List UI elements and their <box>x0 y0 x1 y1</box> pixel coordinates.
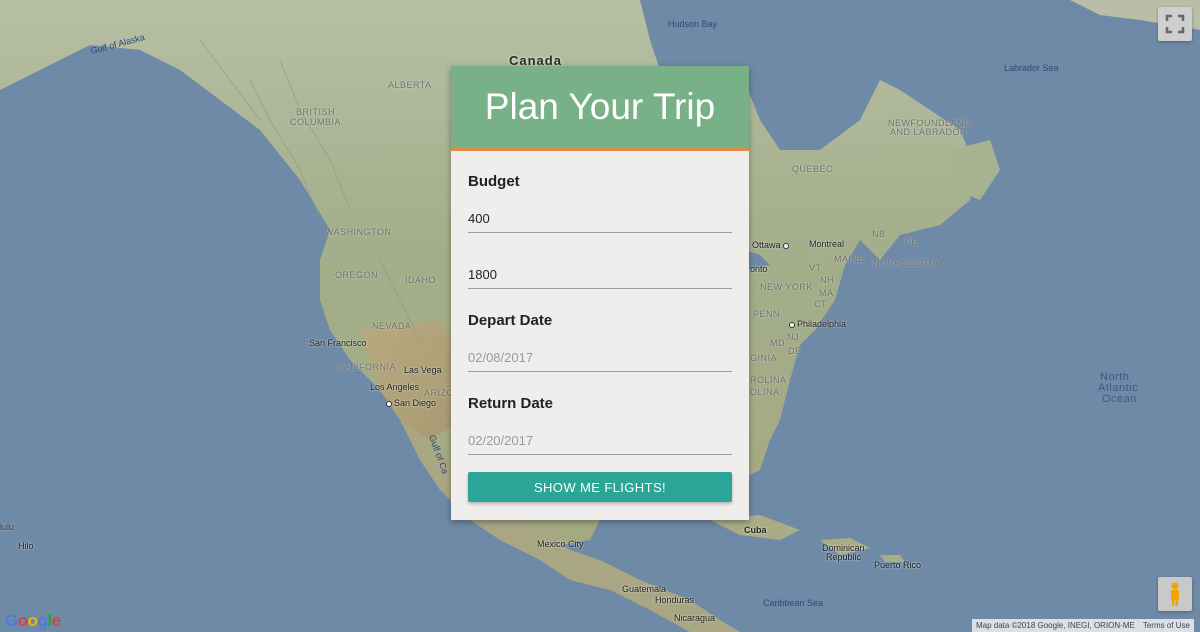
map-city-san-diego: San Diego <box>386 399 436 408</box>
map-label-quebec: QUEBEC <box>792 164 834 174</box>
google-logo-letter: o <box>17 611 28 630</box>
map-label-idaho: IDAHO <box>405 275 437 285</box>
map-city-ottawa: Ottawa <box>752 241 791 250</box>
fullscreen-button[interactable] <box>1158 7 1192 41</box>
map-label-labrador-sea: Labrador Sea <box>1004 63 1059 73</box>
map-city-san-francisco: San Francisco <box>309 338 367 348</box>
panel-header: Plan Your Trip <box>451 66 749 151</box>
map-city-montreal: Montreal <box>809 239 845 249</box>
terms-of-use-link[interactable]: Terms of Use <box>1143 619 1190 632</box>
pegman-icon <box>1171 582 1179 606</box>
google-logo-letter: o <box>27 611 38 630</box>
map-label-ma: MA <box>819 288 834 298</box>
map-label-nova-scotia: NOVA SCOTIA <box>873 258 939 268</box>
map-city-philadelphia: Philadelphia <box>789 320 846 329</box>
depart-date-label: Depart Date <box>468 312 553 329</box>
return-date-input[interactable] <box>468 427 732 455</box>
map-label-de: DE <box>788 346 802 356</box>
map-label-california: CALIFORNIA <box>337 362 397 372</box>
show-me-flights-button[interactable]: SHOW ME FLIGHTS! <box>468 472 732 502</box>
map-city-puerto-rico: Puerto Rico <box>874 560 922 570</box>
map-label-new-york: NEW YORK <box>760 282 813 292</box>
map-label-penn: PENN <box>753 309 781 319</box>
map-label-british-columbia-1: BRITISH <box>296 107 336 117</box>
google-logo-letter: e <box>51 611 61 630</box>
map-label-british-columbia-2: COLUMBIA <box>290 117 342 127</box>
depart-date-input[interactable] <box>468 344 732 372</box>
plan-trip-panel: Plan Your Trip Budget Depart Date Return… <box>451 66 749 520</box>
return-date-label: Return Date <box>468 395 554 412</box>
map-label-oregon: OREGON <box>335 270 379 280</box>
map-label-newfoundland-2: AND LABRADOR <box>890 127 968 137</box>
map-label-nevada: NEVADA <box>372 321 412 331</box>
map-label-nb: NB <box>872 229 886 239</box>
map-label-virginia: GINIA <box>750 353 778 363</box>
map-label-nh: NH <box>820 275 834 285</box>
map-label-hudson-bay: Hudson Bay <box>668 19 718 29</box>
map-label-vt: VT <box>809 263 822 273</box>
map-label-ct: CT <box>814 299 827 309</box>
budget-min-input[interactable] <box>468 205 732 233</box>
map-city-dominican-republic-2: Republic <box>826 552 862 562</box>
map-data-attribution: Map data ©2018 Google, INEGI, ORION-ME <box>976 621 1135 630</box>
map-attribution: Map data ©2018 Google, INEGI, ORION-ME T… <box>972 619 1194 632</box>
street-view-pegman-button[interactable] <box>1158 577 1192 611</box>
google-logo-letter: G <box>5 611 18 630</box>
budget-max-input[interactable] <box>468 261 732 289</box>
map-label-alberta: ALBERTA <box>388 80 432 90</box>
map-city-las-vegas: Las Vega <box>404 365 442 375</box>
map-label-caribbean-sea: Caribbean Sea <box>763 598 824 608</box>
map-label-north-atlantic-3: Ocean <box>1102 393 1137 405</box>
map-label-hilo: Hilo <box>18 541 34 551</box>
map-city-mexico-city: Mexico City <box>537 539 584 549</box>
map-label-nj: NJ <box>787 332 799 342</box>
budget-label: Budget <box>468 173 520 190</box>
fullscreen-icon <box>1165 14 1185 34</box>
map-label-washington: WASHINGTON <box>325 227 392 237</box>
map-city-nicaragua: Nicaragua <box>674 613 716 623</box>
map-label-pe: PE <box>905 237 919 247</box>
map-city-guatemala: Guatemala <box>622 584 667 594</box>
map-city-toronto: onto <box>750 264 768 274</box>
google-logo-letter: g <box>37 611 48 630</box>
map-label-arizona: ARIZO <box>424 388 455 398</box>
map-city-honduras: Honduras <box>655 595 695 605</box>
map-label-carolina-2: OLINA <box>750 387 780 397</box>
map-label-maine: MAINE <box>834 254 866 264</box>
map-label-md: MD <box>770 338 785 348</box>
map-label-lulu: lulu <box>0 522 15 532</box>
panel-title: Plan Your Trip <box>484 86 716 127</box>
map-label-carolina: ROLINA <box>750 375 787 385</box>
google-logo[interactable]: Google <box>5 611 61 631</box>
map-city-cuba: Cuba <box>744 525 767 535</box>
map-city-los-angeles: Los Angeles <box>370 382 420 392</box>
